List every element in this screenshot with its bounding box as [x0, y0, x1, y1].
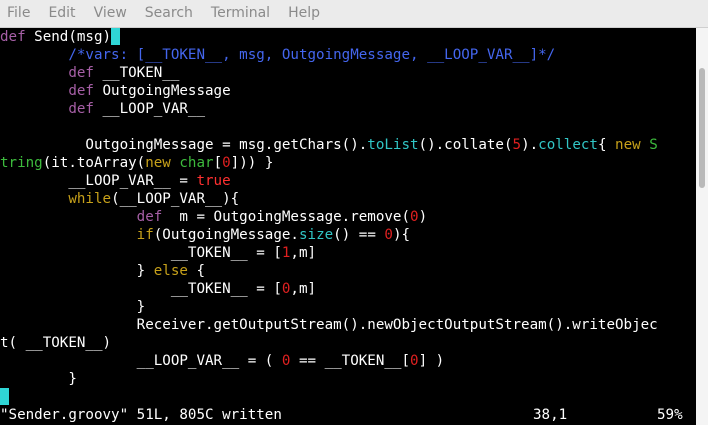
code-token: toList — [367, 137, 419, 153]
code-line: } — [0, 298, 146, 316]
code-line: def __LOOP_VAR__ — [0, 100, 205, 118]
code-token: tring — [0, 155, 43, 171]
scrollbar[interactable] — [696, 28, 708, 425]
code-token: (it.toArray( — [42, 155, 146, 171]
code-token: OutgoingMessage — [93, 83, 231, 99]
code-line: /*vars: [__TOKEN__, msg, OutgoingMessage… — [0, 46, 555, 64]
code-line: } else { — [0, 262, 205, 280]
code-token: { — [597, 137, 616, 153]
code-line: if(OutgoingMessage.size() == 0){ — [0, 226, 410, 244]
code-token: 0 — [384, 227, 393, 243]
code-line — [0, 388, 9, 406]
code-token: ). — [521, 137, 539, 153]
code-token: __TOKEN__ = [ — [0, 245, 282, 261]
code-token: else — [153, 263, 188, 279]
menu-bar: File Edit View Search Terminal Help — [0, 0, 708, 28]
code-line: __TOKEN__ = [0,m] — [0, 280, 316, 298]
code-token: } — [0, 371, 77, 387]
code-token: __TOKEN__ = [ — [0, 281, 282, 297]
terminal-area[interactable]: def Send(msg) /*vars: [__TOKEN__, msg, O… — [0, 28, 696, 425]
code-token: collect — [538, 137, 598, 153]
code-token: t( __TOKEN__) — [0, 335, 112, 351]
code-token: size — [298, 227, 334, 243]
code-token: } — [0, 299, 146, 315]
menu-help[interactable]: Help — [280, 0, 328, 27]
menu-terminal[interactable]: Terminal — [203, 0, 278, 27]
code-line: __LOOP_VAR__ = ( 0 == __TOKEN__[0] ) — [0, 352, 445, 370]
code-line: def m = OutgoingMessage.remove(0) — [0, 208, 427, 226]
code-token: def — [68, 101, 94, 117]
code-token: ] ) — [418, 353, 445, 369]
code-token: ,m] — [290, 245, 317, 261]
code-token: true — [196, 173, 231, 189]
code-token: 0 — [222, 155, 231, 171]
code-token: __LOOP_VAR__ = ( — [0, 353, 282, 369]
code-token: m = OutgoingMessage.remove( — [162, 209, 411, 225]
code-line: def __TOKEN__ — [0, 64, 179, 82]
menu-file[interactable]: File — [0, 0, 38, 27]
code-line: } — [0, 370, 77, 388]
scrollbar-thumb[interactable] — [699, 68, 705, 188]
text-cursor — [111, 28, 121, 45]
status-file-message: "Sender.groovy" 51L, 805C written — [0, 407, 282, 423]
code-token: if — [136, 227, 154, 243]
text-cursor — [0, 388, 9, 405]
code-token: ){ — [392, 227, 411, 243]
vim-status-line: "Sender.groovy" 51L, 805C written 38,1 59% — [0, 406, 696, 424]
code-token: __TOKEN__ — [93, 65, 180, 81]
code-line: __TOKEN__ = [1,m] — [0, 244, 316, 262]
code-token: [ — [213, 155, 223, 171]
code-token: new — [615, 137, 641, 153]
code-token: } — [0, 263, 154, 279]
code-token: Receiver.getOutputStream().newObjectOutp… — [0, 317, 658, 333]
code-token: 0 — [410, 209, 419, 225]
code-line: tring(it.toArray(new char[0])) } — [0, 154, 273, 172]
code-token: { — [187, 263, 206, 279]
code-line: while(__LOOP_VAR__){ — [0, 190, 239, 208]
code-token: /*vars: [__TOKEN__, msg, OutgoingMessage… — [0, 47, 556, 63]
code-token: OutgoingMessage = msg.getChars(). — [0, 137, 368, 153]
code-line: t( __TOKEN__) — [0, 334, 111, 352]
code-line: Receiver.getOutputStream().newObjectOutp… — [0, 316, 658, 334]
code-token: 5 — [512, 137, 522, 153]
code-line: __LOOP_VAR__ = true — [0, 172, 231, 190]
code-token: new — [145, 155, 171, 171]
code-token: (__LOOP_VAR__){ — [111, 191, 240, 207]
code-token: (OutgoingMessage. — [153, 227, 299, 243]
code-token: == __TOKEN__[ — [290, 353, 411, 369]
menu-search[interactable]: Search — [137, 0, 201, 27]
code-line: OutgoingMessage = msg.getChars().toList(… — [0, 136, 658, 154]
code-token: def — [68, 65, 94, 81]
code-token: def — [136, 209, 163, 225]
code-token: ,m] — [290, 281, 317, 297]
code-token: ])) } — [230, 155, 274, 171]
code-token: while — [68, 191, 112, 207]
code-token: def — [68, 83, 94, 99]
code-line: def OutgoingMessage — [0, 82, 231, 100]
status-percent: 59% — [657, 407, 683, 423]
code-token: S — [640, 137, 658, 153]
code-token: ().collate( — [418, 137, 513, 153]
menu-view[interactable]: View — [86, 0, 135, 27]
status-cursor-position: 38,1 — [533, 407, 568, 423]
code-token: Send(msg) — [25, 29, 112, 45]
code-token: __LOOP_VAR__ = — [0, 173, 197, 189]
code-token: def — [0, 29, 26, 45]
code-token: char — [179, 155, 214, 171]
menu-edit[interactable]: Edit — [40, 0, 83, 27]
code-line: def Send(msg) — [0, 28, 121, 46]
code-token: ) — [418, 209, 428, 225]
code-token: () == — [333, 227, 385, 243]
code-token: 0 — [410, 353, 419, 369]
code-token: __LOOP_VAR__ — [93, 101, 206, 117]
